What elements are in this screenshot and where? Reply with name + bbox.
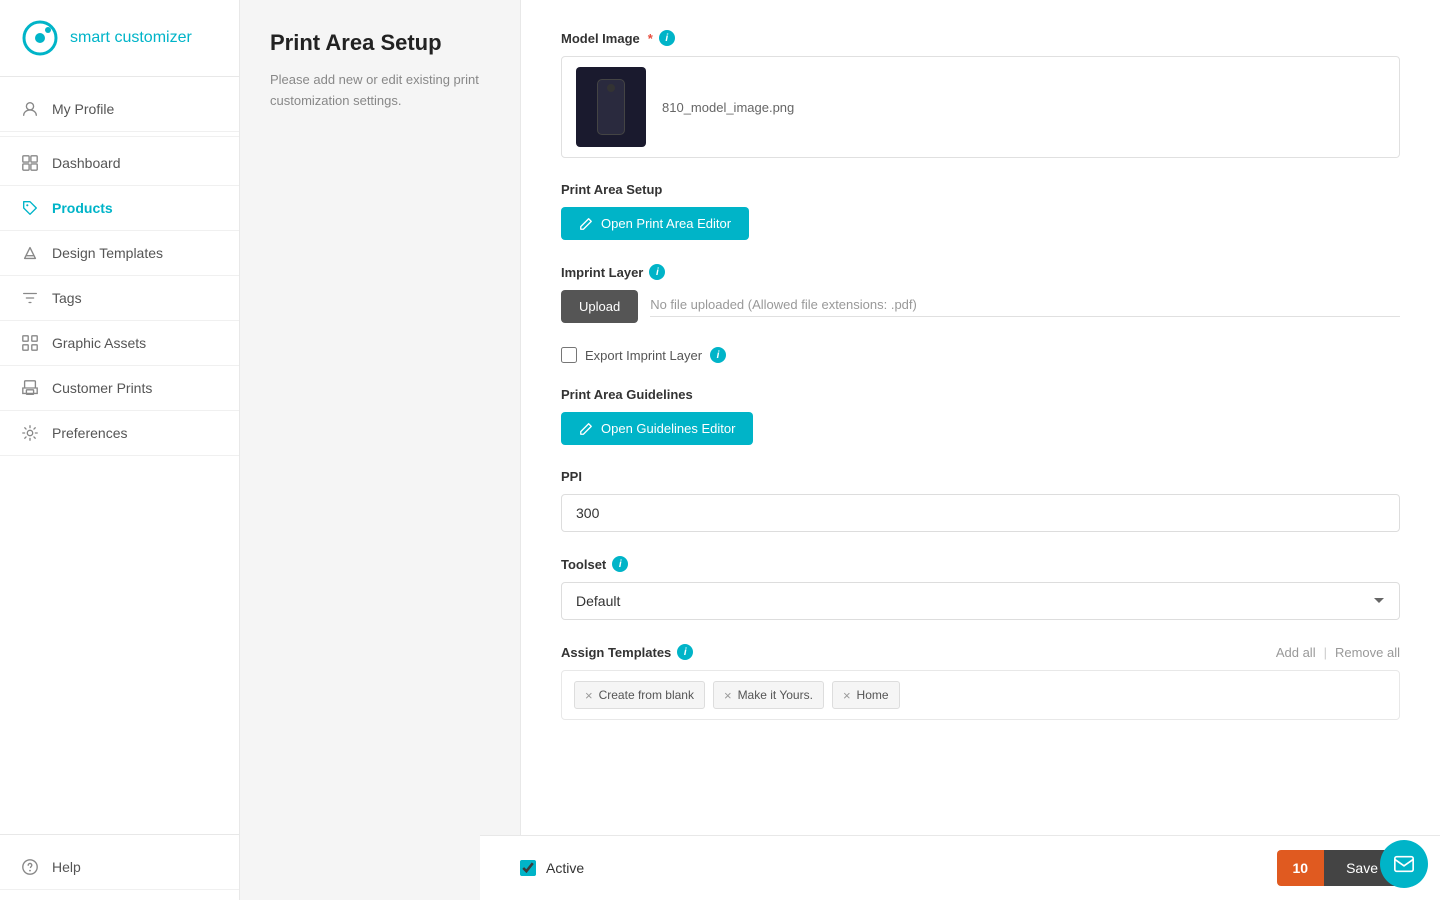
tag-label: Create from blank xyxy=(599,688,694,702)
model-image-row: 810_model_image.png xyxy=(561,56,1400,158)
sidebar-item-label: Tags xyxy=(52,290,82,306)
upload-hint: No file uploaded (Allowed file extension… xyxy=(650,297,1400,317)
toolset-select[interactable]: Default Advanced Basic xyxy=(561,582,1400,620)
template-tag-create-from-blank: × Create from blank xyxy=(574,681,705,709)
help-icon xyxy=(20,857,40,877)
model-image-info-icon[interactable]: i xyxy=(659,30,675,46)
imprint-layer-section: Imprint Layer i Upload No file uploaded … xyxy=(561,264,1400,323)
right-panel: Model Image * i 810_model_image.png Prin… xyxy=(520,0,1440,900)
model-image-section: Model Image * i 810_model_image.png xyxy=(561,30,1400,158)
active-label: Active xyxy=(546,860,584,876)
sidebar-item-preferences[interactable]: Preferences xyxy=(0,411,239,456)
ppi-section: PPI xyxy=(561,469,1400,532)
printer-icon xyxy=(20,378,40,398)
chat-button[interactable] xyxy=(1380,840,1428,888)
active-checkbox[interactable] xyxy=(520,860,536,876)
toolset-section: Toolset i Default Advanced Basic xyxy=(561,556,1400,620)
export-imprint-info-icon[interactable]: i xyxy=(710,347,726,363)
print-area-setup-label: Print Area Setup xyxy=(561,182,1400,197)
sidebar-item-products[interactable]: Products xyxy=(0,186,239,231)
toolset-label: Toolset i xyxy=(561,556,1400,572)
logo-area: smart customizer xyxy=(0,0,239,77)
print-area-setup-section: Print Area Setup Open Print Area Editor xyxy=(561,182,1400,240)
template-tag-make-it-yours: × Make it Yours. xyxy=(713,681,824,709)
imprint-layer-label: Imprint Layer i xyxy=(561,264,1400,280)
print-area-guidelines-label: Print Area Guidelines xyxy=(561,387,1400,402)
app-name-label: smart customizer xyxy=(70,29,192,47)
templates-links: Add all | Remove all xyxy=(1276,645,1400,660)
ppi-input[interactable] xyxy=(561,494,1400,532)
assign-templates-section: Assign Templates i Add all | Remove all … xyxy=(561,644,1400,720)
sidebar-item-label: Preferences xyxy=(52,425,127,441)
print-area-guidelines-section: Print Area Guidelines Open Guidelines Ed… xyxy=(561,387,1400,445)
edit-icon xyxy=(579,422,593,436)
export-imprint-checkbox[interactable] xyxy=(561,347,577,363)
sidebar-item-help[interactable]: Help xyxy=(0,845,239,890)
main-content: Print Area Setup Please add new or edit … xyxy=(240,0,1440,900)
model-image-filename: 810_model_image.png xyxy=(662,100,1385,115)
export-imprint-section: Export Imprint Layer i xyxy=(561,347,1400,363)
app-logo-icon xyxy=(20,18,60,58)
sidebar-item-label: Dashboard xyxy=(52,155,121,171)
sidebar-footer-label: Help xyxy=(52,859,81,875)
assign-templates-header: Assign Templates i Add all | Remove all xyxy=(561,644,1400,660)
sidebar-item-label: Graphic Assets xyxy=(52,335,146,351)
page-description: Please add new or edit existing print cu… xyxy=(270,70,490,112)
tag-remove-icon[interactable]: × xyxy=(843,689,851,702)
imprint-layer-info-icon[interactable]: i xyxy=(649,264,665,280)
upload-row: Upload No file uploaded (Allowed file ex… xyxy=(561,290,1400,323)
sidebar-item-label: Design Templates xyxy=(52,245,163,261)
link-separator: | xyxy=(1324,645,1327,660)
add-all-link[interactable]: Add all xyxy=(1276,645,1316,660)
required-star: * xyxy=(648,31,653,46)
sidebar-item-label: Products xyxy=(52,200,113,216)
sidebar: smart customizer My Profile Dashboard Pr… xyxy=(0,0,240,900)
sidebar-item-design-templates[interactable]: Design Templates xyxy=(0,231,239,276)
ppi-label: PPI xyxy=(561,469,1400,484)
tag-icon xyxy=(20,198,40,218)
open-print-area-editor-button[interactable]: Open Print Area Editor xyxy=(561,207,749,240)
tag-remove-icon[interactable]: × xyxy=(724,689,732,702)
tag-remove-icon[interactable]: × xyxy=(585,689,593,702)
sidebar-item-customer-prints[interactable]: Customer Prints xyxy=(0,366,239,411)
export-imprint-row: Export Imprint Layer i xyxy=(561,347,1400,363)
phone-shape xyxy=(597,79,625,135)
sidebar-item-tags[interactable]: Tags xyxy=(0,276,239,321)
template-tag-home: × Home xyxy=(832,681,900,709)
bottom-bar: Active 10 Save xyxy=(480,835,1440,900)
export-imprint-label: Export Imprint Layer xyxy=(585,348,702,363)
model-image-label: Model Image * i xyxy=(561,30,1400,46)
toolset-info-icon[interactable]: i xyxy=(612,556,628,572)
filter-icon xyxy=(20,288,40,308)
edit-icon xyxy=(579,217,593,231)
page-title: Print Area Setup xyxy=(270,30,490,56)
sidebar-footer: Help xyxy=(0,834,239,900)
gear-icon xyxy=(20,423,40,443)
upload-button[interactable]: Upload xyxy=(561,290,638,323)
person-icon xyxy=(20,99,40,119)
left-panel: Print Area Setup Please add new or edit … xyxy=(240,0,520,900)
sidebar-item-my-profile[interactable]: My Profile xyxy=(0,87,239,132)
active-row: Active xyxy=(520,860,584,876)
remove-all-link[interactable]: Remove all xyxy=(1335,645,1400,660)
sidebar-item-label: Customer Prints xyxy=(52,380,152,396)
assigned-templates-list: × Create from blank × Make it Yours. × H… xyxy=(561,670,1400,720)
sidebar-nav: My Profile Dashboard Products Design Tem… xyxy=(0,77,239,834)
dashboard-icon xyxy=(20,153,40,173)
tag-label: Home xyxy=(857,688,889,702)
sidebar-item-dashboard[interactable]: Dashboard xyxy=(0,141,239,186)
model-thumbnail xyxy=(576,67,646,147)
sidebar-item-graphic-assets[interactable]: Graphic Assets xyxy=(0,321,239,366)
step-number-button[interactable]: 10 xyxy=(1277,850,1325,886)
design-icon xyxy=(20,243,40,263)
email-icon xyxy=(1393,853,1415,875)
assign-templates-label: Assign Templates i xyxy=(561,644,693,660)
open-guidelines-editor-button[interactable]: Open Guidelines Editor xyxy=(561,412,753,445)
grid-icon xyxy=(20,333,40,353)
tag-label: Make it Yours. xyxy=(738,688,813,702)
sidebar-item-label: My Profile xyxy=(52,101,114,117)
assign-templates-info-icon[interactable]: i xyxy=(677,644,693,660)
